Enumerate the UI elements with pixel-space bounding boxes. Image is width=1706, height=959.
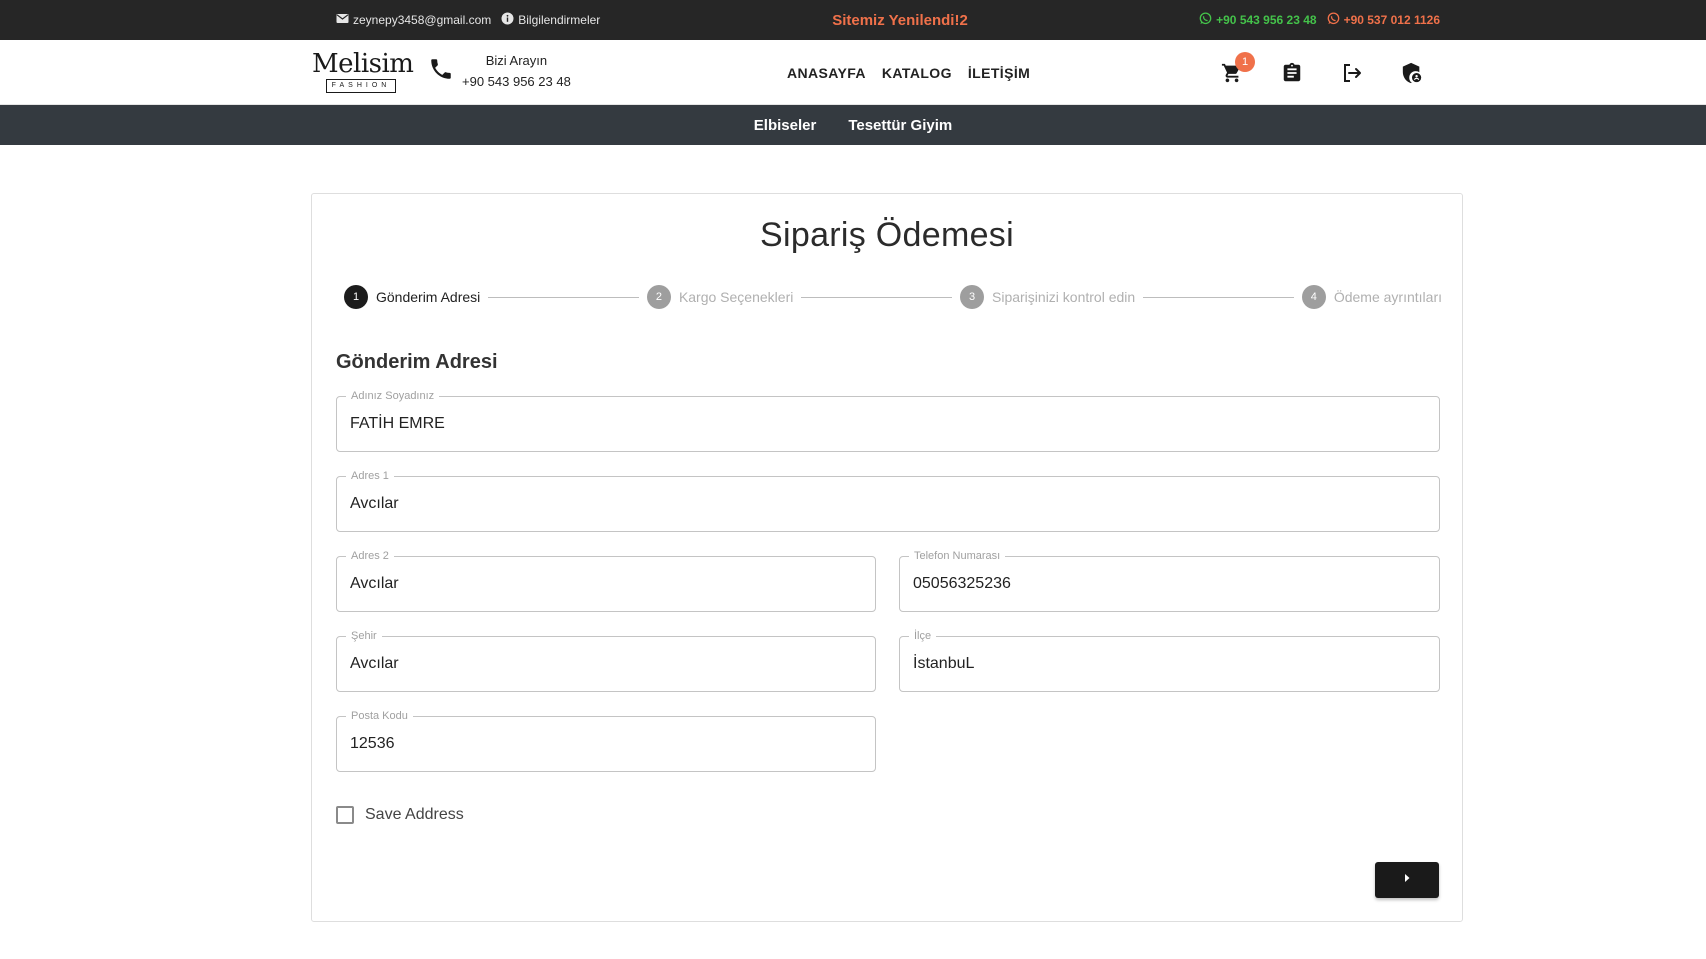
logo-name: Melisim <box>312 49 414 79</box>
save-address-row: Save Address <box>336 806 464 824</box>
step-shipping-address[interactable]: 1 Gönderim Adresi <box>344 285 480 309</box>
logout-button[interactable] <box>1340 63 1364 87</box>
district-field[interactable]: İlçe İstanbuL <box>899 629 1440 692</box>
nav-catalog[interactable]: KATALOG <box>882 65 952 81</box>
checkout-card: Sipariş Ödemesi 1 Gönderim Adresi 2 Karg… <box>311 193 1463 922</box>
site-logo[interactable]: Melisim FASHION <box>310 49 414 96</box>
field-value: 12536 <box>350 735 395 752</box>
logout-icon <box>1340 61 1364 90</box>
nav-contact[interactable]: İLETİŞİM <box>968 65 1030 81</box>
field-value: 05056325236 <box>913 575 1011 592</box>
whatsapp-link-2[interactable]: +90 537 012 1126 <box>1327 12 1440 28</box>
step-number: 3 <box>960 285 984 309</box>
step-connector <box>488 296 639 298</box>
field-value: İstanbuL <box>913 655 975 672</box>
address1-field[interactable]: Adres 1 Avcılar <box>336 469 1440 532</box>
next-step-button[interactable] <box>1375 862 1439 898</box>
caret-right-icon <box>1402 871 1412 889</box>
field-value: Avcılar <box>350 655 399 672</box>
step-label: Siparişinizi kontrol edin <box>992 289 1136 305</box>
top-bar: zeynepy3458@gmail.com Bilgilendirmeler S… <box>0 0 1706 40</box>
phone-2-text: +90 537 012 1126 <box>1343 13 1440 27</box>
step-number: 2 <box>646 285 671 309</box>
fullname-field[interactable]: Adınız Soyadınız FATİH EMRE <box>336 389 1440 452</box>
top-bar-phones: +90 543 956 23 48 +90 537 012 1126 <box>1199 0 1440 40</box>
header-icons: 1 <box>1220 40 1424 110</box>
phone-1-text: +90 543 956 23 48 <box>1216 13 1317 27</box>
phone-field[interactable]: Telefon Numarası 05056325236 <box>899 549 1440 612</box>
step-label: Kargo Seçenekleri <box>678 289 794 305</box>
call-label: Bizi Arayın <box>485 53 548 68</box>
cart-button[interactable]: 1 <box>1220 52 1255 87</box>
step-number: 1 <box>344 285 368 309</box>
main-header: Melisim FASHION Bizi Arayın +90 543 956 … <box>0 40 1706 105</box>
call-us: Bizi Arayın +90 543 956 23 48 <box>428 50 571 92</box>
whatsapp-icon <box>1327 12 1340 28</box>
step-label: Gönderim Adresi <box>376 289 481 305</box>
announcement: Sitemiz Yenilendi!2 <box>832 11 968 29</box>
whatsapp-link-1[interactable]: +90 543 956 23 48 <box>1199 12 1317 28</box>
checkout-stepper: 1 Gönderim Adresi 2 Kargo Seçenekleri 3 … <box>344 284 1442 310</box>
step-shipping-options[interactable]: 2 Kargo Seçenekleri <box>646 285 794 309</box>
clipboard-icon <box>1281 62 1303 89</box>
step-payment-details[interactable]: 4 Ödeme ayrıntıları <box>1301 285 1442 309</box>
category-modest-wear[interactable]: Tesettür Giyim <box>848 117 952 134</box>
step-connector <box>801 296 952 298</box>
cart-count-badge: 1 <box>1235 52 1255 72</box>
orders-button[interactable] <box>1280 62 1304 89</box>
page-title: Sipariş Ödemesi <box>760 216 1014 254</box>
shield-user-icon <box>1401 62 1423 89</box>
main-nav: ANASAYFA KATALOG İLETİŞİM <box>787 40 1030 105</box>
category-bar: Elbiseler Tesettür Giyim <box>0 105 1706 145</box>
step-connector <box>1143 296 1294 298</box>
save-address-checkbox[interactable] <box>336 806 354 824</box>
address2-field[interactable]: Adres 2 Avcılar <box>336 549 876 612</box>
section-title: Gönderim Adresi <box>336 351 498 373</box>
admin-button[interactable] <box>1400 62 1424 89</box>
phone-icon <box>428 56 454 87</box>
call-phone[interactable]: +90 543 956 23 48 <box>462 71 571 92</box>
field-value: FATİH EMRE <box>350 415 445 432</box>
logo-tag: FASHION <box>326 79 396 93</box>
nav-home[interactable]: ANASAYFA <box>787 65 866 81</box>
whatsapp-icon <box>1199 12 1212 28</box>
field-value: Avcılar <box>350 495 399 512</box>
postal-code-field[interactable]: Posta Kodu 12536 <box>336 709 876 772</box>
category-dresses[interactable]: Elbiseler <box>754 117 817 134</box>
step-label: Ödeme ayrıntıları <box>1333 289 1442 305</box>
step-number: 4 <box>1301 285 1326 309</box>
field-value: Avcılar <box>350 575 399 592</box>
step-review-order[interactable]: 3 Siparişinizi kontrol edin <box>960 285 1135 309</box>
city-field[interactable]: Şehir Avcılar <box>336 629 876 692</box>
save-address-label[interactable]: Save Address <box>365 806 464 824</box>
